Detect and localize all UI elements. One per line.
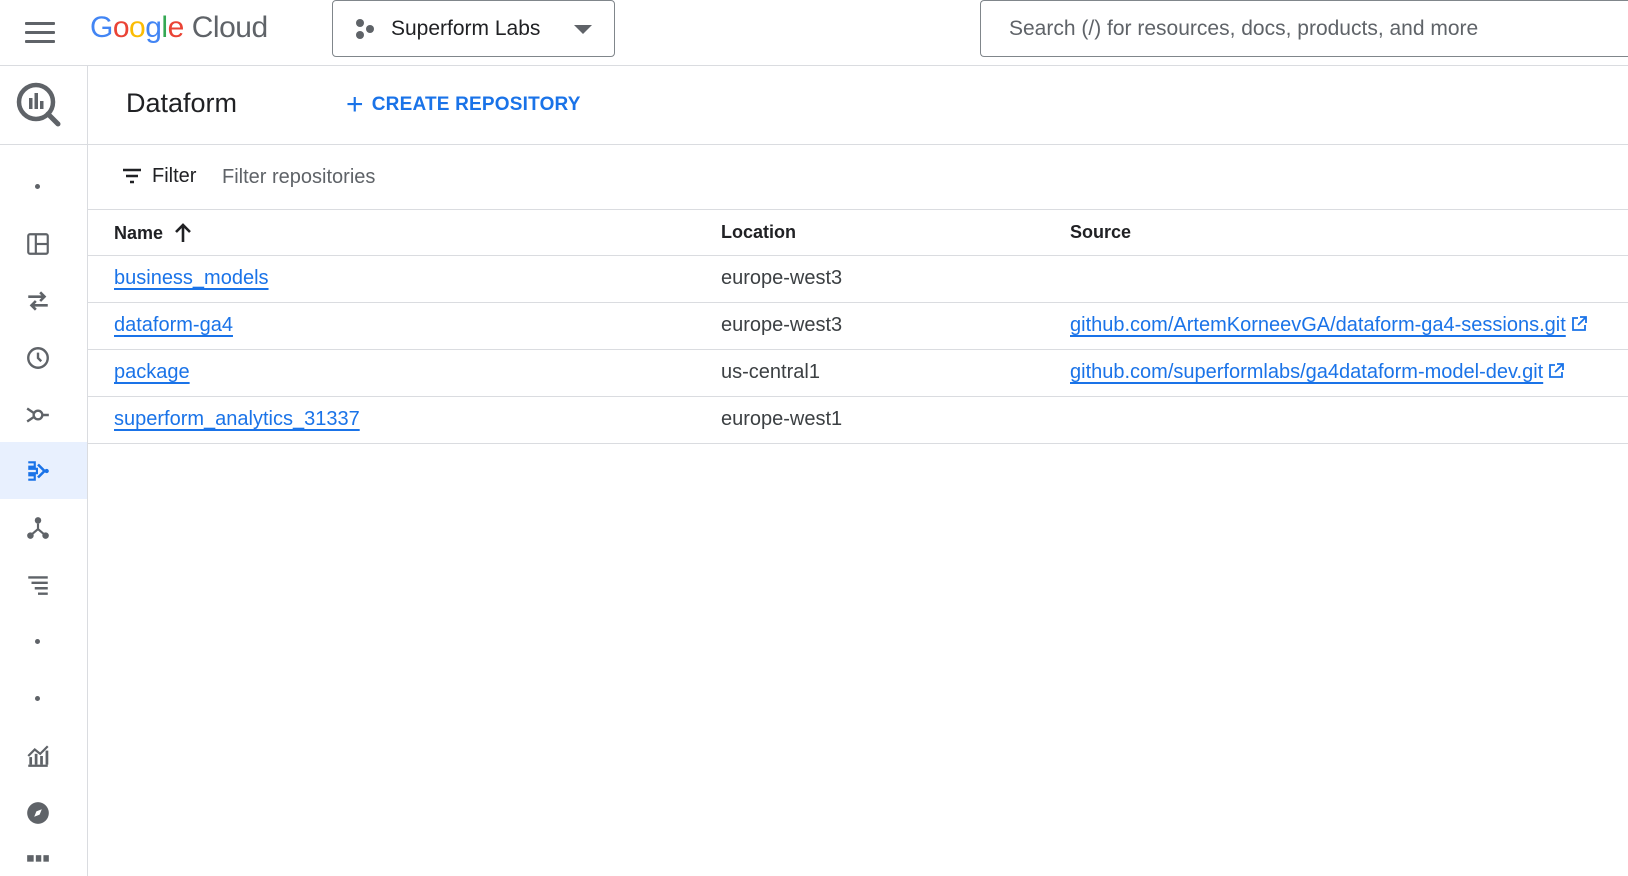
sidebar-item-transfers[interactable] xyxy=(0,272,87,329)
sidebar-item-scheduled-queries[interactable] xyxy=(0,329,87,386)
project-icon xyxy=(356,18,374,39)
column-label: Name xyxy=(114,222,164,243)
source-link[interactable]: github.com/superformlabs/ga4dataform-mod… xyxy=(1070,361,1543,383)
sidebar-item-grid[interactable] xyxy=(0,841,87,871)
filter-button[interactable]: Filter xyxy=(120,164,196,188)
sidebar-item-partner-center[interactable] xyxy=(0,499,87,556)
repository-name-link[interactable]: dataform-ga4 xyxy=(114,314,233,337)
column-header-location: Location xyxy=(721,222,796,243)
project-picker-button[interactable]: Superform Labs xyxy=(332,0,615,57)
menu-line xyxy=(25,30,55,34)
repository-name-link[interactable]: superform_analytics_31337 xyxy=(114,408,360,431)
sidebar-item-9[interactable] xyxy=(0,613,87,670)
transfers-icon xyxy=(27,290,48,311)
list-icon xyxy=(27,575,48,595)
repository-source: github.com/ArtemKorneevGA/dataform-ga4-s… xyxy=(1070,314,1588,337)
table-header: Name Location Source xyxy=(88,210,1628,256)
column-label: Source xyxy=(1070,222,1132,242)
create-repository-label: CREATE REPOSITORY xyxy=(371,94,581,115)
menu-line xyxy=(25,21,55,25)
page-title: Dataform xyxy=(126,88,238,118)
repository-location: europe-west3 xyxy=(721,267,843,289)
sidebar-divider xyxy=(0,144,88,145)
google-cloud-logo[interactable]: Google Cloud xyxy=(90,8,268,48)
open-in-new-icon[interactable] xyxy=(1547,362,1565,380)
compass-icon xyxy=(26,801,49,824)
sidebar-item-list[interactable] xyxy=(0,556,87,613)
logo-letter: o xyxy=(129,11,146,44)
filter-bar: Filter xyxy=(88,146,1628,210)
sidebar-item-dashboard[interactable] xyxy=(0,215,87,272)
filter-label: Filter xyxy=(152,164,197,187)
table-row: business_models europe-west3 xyxy=(88,256,1628,303)
sidebar-item-dataform[interactable] xyxy=(0,442,87,499)
logo-letter: g xyxy=(145,11,162,44)
dot-icon xyxy=(35,639,40,644)
repository-location: europe-west1 xyxy=(721,408,843,430)
product-sidebar xyxy=(0,66,88,876)
filter-icon xyxy=(123,168,141,184)
add-icon: + xyxy=(346,88,364,121)
sidebar-item-1[interactable] xyxy=(0,158,87,215)
dashboard-icon xyxy=(26,232,49,255)
clock-icon xyxy=(26,346,49,369)
repository-location: europe-west3 xyxy=(721,314,843,336)
sidebar-item-explore[interactable] xyxy=(0,784,87,841)
hierarchy-icon xyxy=(26,516,49,539)
top-bar: Google Cloud Superform Labs Search (/) f… xyxy=(0,0,1628,66)
chevron-down-icon xyxy=(574,25,592,34)
repository-location: us-central1 xyxy=(721,361,820,383)
logo-letter: o xyxy=(112,11,130,44)
arrow-up-icon[interactable] xyxy=(173,222,193,244)
table-row: package us-central1 github.com/superform… xyxy=(88,350,1628,397)
logo-letter: G xyxy=(90,11,113,44)
filter-repositories-input[interactable] xyxy=(222,160,722,194)
menu-line xyxy=(25,39,55,43)
column-header-source: Source xyxy=(1070,222,1131,243)
main-menu-button[interactable] xyxy=(20,12,60,52)
repository-source: github.com/superformlabs/ga4dataform-mod… xyxy=(1070,361,1565,384)
source-link[interactable]: github.com/ArtemKorneevGA/dataform-ga4-s… xyxy=(1070,314,1566,336)
column-label: Location xyxy=(721,222,796,242)
repository-name-link[interactable]: package xyxy=(114,361,190,384)
logo-cloud-text: Cloud xyxy=(191,11,268,44)
sidebar-item-monitoring[interactable] xyxy=(0,727,87,784)
dot-icon xyxy=(35,184,40,189)
bigquery-icon[interactable] xyxy=(12,78,64,130)
dot-icon xyxy=(35,696,40,701)
grid-icon xyxy=(26,855,49,862)
logo-letter: e xyxy=(167,11,185,44)
page-header: Dataform + CREATE REPOSITORY xyxy=(88,66,1628,145)
repository-name-link[interactable]: business_models xyxy=(114,267,269,290)
repositories-table: Name Location Source business_models eur… xyxy=(88,210,1628,444)
create-repository-button[interactable]: + CREATE REPOSITORY xyxy=(346,88,581,122)
search-placeholder: Search (/) for resources, docs, products… xyxy=(1009,16,1479,40)
dataform-icon xyxy=(27,460,49,481)
sidebar-item-analytics-hub[interactable] xyxy=(0,386,87,443)
table-row: superform_analytics_31337 europe-west1 xyxy=(88,397,1628,444)
monitoring-chart-icon xyxy=(26,744,49,767)
project-name: Superform Labs xyxy=(391,16,541,40)
open-in-new-icon[interactable] xyxy=(1570,315,1588,333)
analytics-hub-icon xyxy=(26,407,49,422)
table-row: dataform-ga4 europe-west3 github.com/Art… xyxy=(88,303,1628,350)
sidebar-item-10[interactable] xyxy=(0,670,87,727)
search-bar[interactable]: Search (/) for resources, docs, products… xyxy=(980,0,1628,57)
column-header-name[interactable]: Name xyxy=(114,222,193,244)
